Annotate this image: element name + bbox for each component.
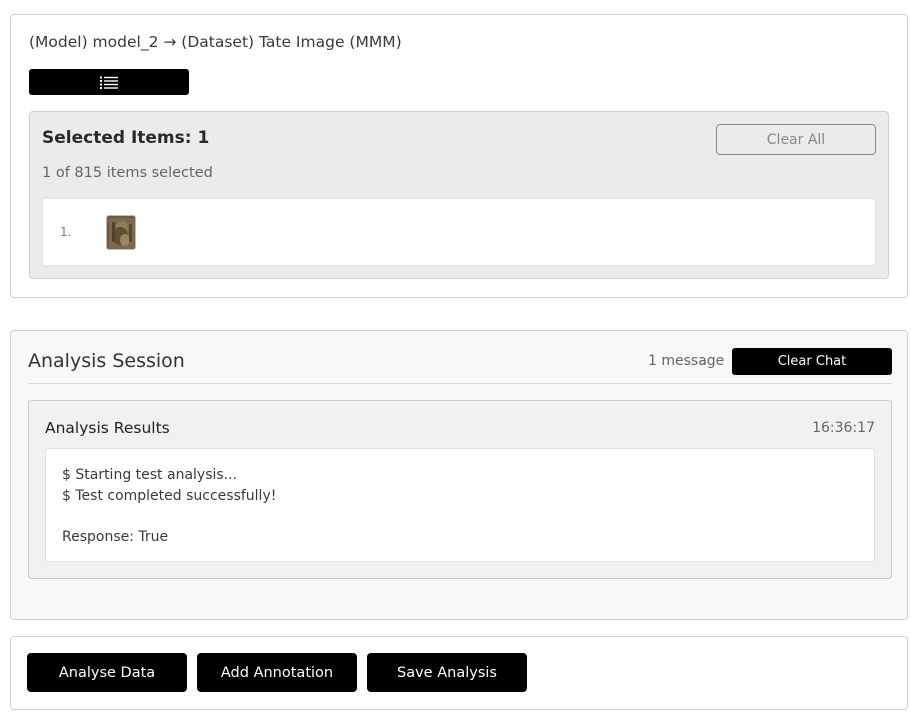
result-title: Analysis Results [45, 419, 170, 437]
add-annotation-button[interactable]: Add Annotation [197, 653, 357, 692]
artwork-thumbnail[interactable] [106, 215, 136, 250]
dataset-selection-card: (Model) model_2 → (Dataset) Tate Image (… [10, 14, 908, 298]
selected-items-title: Selected Items: 1 [42, 128, 210, 148]
list-menu-button[interactable] [29, 69, 189, 95]
selected-items-panel: Selected Items: 1 1 of 815 items selecte… [29, 111, 889, 279]
item-index: 1. [60, 225, 72, 239]
breadcrumb: (Model) model_2 → (Dataset) Tate Image (… [29, 33, 402, 51]
message-count: 1 message [648, 353, 725, 369]
output-line: $ Starting test analysis... [62, 467, 238, 483]
selected-items-count: 1 of 815 items selected [42, 165, 213, 181]
clear-all-button[interactable]: Clear All [716, 124, 876, 155]
result-output: $ Starting test analysis... $ Test compl… [45, 448, 875, 562]
result-timestamp: 16:36:17 [812, 420, 875, 436]
output-line: Response: True [62, 528, 169, 545]
analyse-data-button[interactable]: Analyse Data [27, 653, 187, 692]
action-bar: Analyse Data Add Annotation Save Analysi… [10, 636, 908, 710]
analysis-session-card: Analysis Session 1 message Clear Chat An… [10, 330, 908, 620]
save-analysis-button[interactable]: Save Analysis [367, 653, 527, 692]
session-title: Analysis Session [28, 350, 185, 372]
analysis-result-message: Analysis Results 16:36:17 $ Starting tes… [28, 400, 892, 579]
selected-items-list: 1. [42, 198, 876, 266]
output-line: $ Test completed successfully! [62, 487, 277, 504]
list-icon [100, 76, 118, 89]
clear-chat-button[interactable]: Clear Chat [732, 348, 892, 375]
divider [28, 383, 892, 384]
